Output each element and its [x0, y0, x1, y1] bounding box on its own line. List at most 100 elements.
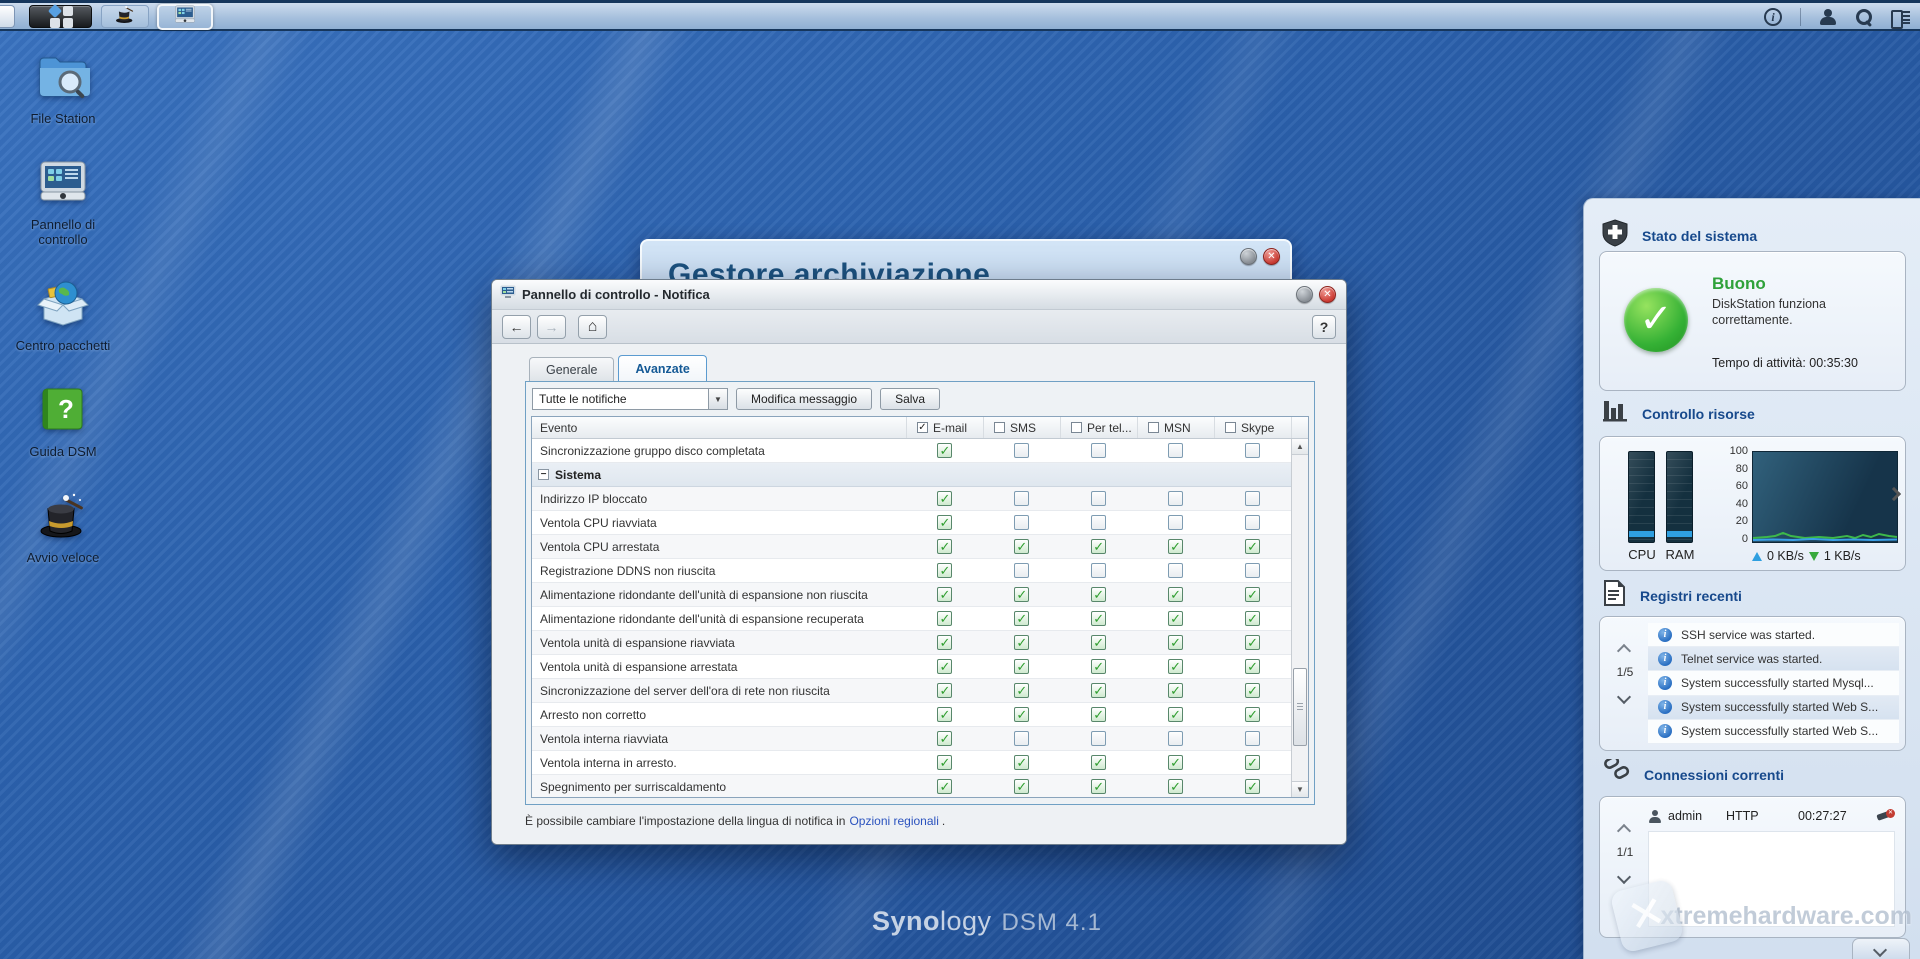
table-row[interactable]: Ventola CPU arrestata✓✓✓✓✓ — [532, 535, 1291, 559]
table-row[interactable]: Ventola interna riavviata✓ — [532, 727, 1291, 751]
notify-checkbox-sms[interactable]: ✓ — [1014, 683, 1029, 698]
notify-checkbox-sms[interactable]: ✓ — [1014, 659, 1029, 674]
disconnect-icon[interactable] — [1877, 809, 1895, 823]
notify-checkbox-msn[interactable]: ✓ — [1168, 755, 1183, 770]
notify-checkbox-pertel[interactable]: ✓ — [1091, 611, 1106, 626]
show-desktop-button[interactable] — [0, 5, 15, 28]
log-item[interactable]: iSSH service was started. — [1648, 623, 1899, 647]
table-row[interactable]: Ventola unità di espansione riavviata✓✓✓… — [532, 631, 1291, 655]
notify-checkbox-sms[interactable]: ✓ — [1014, 635, 1029, 650]
table-row[interactable]: Ventola unità di espansione arrestata✓✓✓… — [532, 655, 1291, 679]
notify-checkbox-msn[interactable]: ✓ — [1168, 707, 1183, 722]
column-header-evento[interactable]: Evento — [532, 417, 907, 438]
log-item[interactable]: iSystem successfully started Mysql... — [1648, 671, 1899, 695]
notify-checkbox-pertel[interactable] — [1091, 491, 1106, 506]
page-down-icon[interactable] — [1619, 871, 1631, 879]
log-item[interactable]: iSystem successfully started Web S... — [1648, 720, 1899, 744]
notify-checkbox-sms[interactable]: ✓ — [1014, 611, 1029, 626]
notify-checkbox-pertel[interactable]: ✓ — [1091, 755, 1106, 770]
notify-checkbox-msn[interactable]: ✓ — [1168, 779, 1183, 794]
notify-checkbox-email[interactable]: ✓ — [937, 539, 952, 554]
log-item[interactable]: iTelnet service was started. — [1648, 647, 1899, 671]
notify-checkbox-sms[interactable]: ✓ — [1014, 779, 1029, 794]
quick-launch-taskbar-button[interactable] — [101, 5, 149, 28]
help-button[interactable]: ? — [1312, 315, 1336, 339]
notify-checkbox-msn[interactable] — [1168, 731, 1183, 746]
notify-checkbox-email[interactable]: ✓ — [937, 731, 952, 746]
table-row[interactable]: Alimentazione ridondante dell'unità di e… — [532, 583, 1291, 607]
desktop-icon-dsm-help[interactable]: ? Guida DSM — [8, 385, 118, 459]
notify-checkbox-msn[interactable] — [1168, 443, 1183, 458]
notify-checkbox-email[interactable]: ✓ — [937, 563, 952, 578]
notify-checkbox-email[interactable]: ✓ — [937, 515, 952, 530]
widgets-panel-icon[interactable] — [1891, 10, 1910, 25]
notify-checkbox-sms[interactable] — [1014, 563, 1029, 578]
notify-checkbox-email[interactable]: ✓ — [937, 443, 952, 458]
desktop-icon-package-center[interactable]: Centro pacchetti — [8, 279, 118, 353]
column-checkbox[interactable] — [1225, 422, 1236, 433]
column-header-msn[interactable]: MSN — [1138, 417, 1215, 438]
notify-checkbox-skype[interactable]: ✓ — [1245, 659, 1260, 674]
notify-checkbox-skype[interactable]: ✓ — [1245, 635, 1260, 650]
close-button[interactable] — [1319, 286, 1336, 303]
scrollbar-thumb[interactable] — [1293, 668, 1307, 746]
notify-checkbox-sms[interactable] — [1014, 731, 1029, 746]
column-header-sms[interactable]: SMS — [984, 417, 1061, 438]
notify-checkbox-email[interactable]: ✓ — [937, 659, 952, 674]
notify-checkbox-pertel[interactable] — [1091, 731, 1106, 746]
minimize-button[interactable] — [1240, 248, 1257, 265]
notify-checkbox-pertel[interactable]: ✓ — [1091, 659, 1106, 674]
notify-checkbox-sms[interactable]: ✓ — [1014, 755, 1029, 770]
notify-checkbox-sms[interactable] — [1014, 443, 1029, 458]
column-checkbox[interactable]: ✓ — [917, 422, 928, 433]
notify-checkbox-skype[interactable]: ✓ — [1245, 611, 1260, 626]
notify-checkbox-skype[interactable]: ✓ — [1245, 707, 1260, 722]
notify-checkbox-email[interactable]: ✓ — [937, 635, 952, 650]
desktop-icon-file-station[interactable]: File Station — [8, 52, 118, 126]
column-header-skype[interactable]: Skype — [1215, 417, 1292, 438]
notify-checkbox-skype[interactable]: ✓ — [1245, 683, 1260, 698]
control-panel-taskbar-button[interactable] — [157, 4, 213, 30]
notify-checkbox-msn[interactable]: ✓ — [1168, 587, 1183, 602]
notify-checkbox-msn[interactable]: ✓ — [1168, 611, 1183, 626]
table-scrollbar[interactable]: ▲ ▼ — [1291, 439, 1308, 797]
notify-checkbox-pertel[interactable]: ✓ — [1091, 587, 1106, 602]
table-row[interactable]: Ventola interna in arresto.✓✓✓✓✓ — [532, 751, 1291, 775]
table-row[interactable]: Spegnimento per surriscaldamento✓✓✓✓✓ — [532, 775, 1291, 797]
tab-generale[interactable]: Generale — [529, 357, 614, 381]
notify-checkbox-skype[interactable]: ✓ — [1245, 779, 1260, 794]
notify-checkbox-msn[interactable]: ✓ — [1168, 683, 1183, 698]
notify-checkbox-pertel[interactable]: ✓ — [1091, 539, 1106, 554]
search-icon[interactable] — [1855, 8, 1873, 26]
notify-checkbox-email[interactable]: ✓ — [937, 707, 952, 722]
save-button[interactable]: Salva — [880, 388, 940, 410]
home-button[interactable]: ⌂ — [578, 315, 607, 339]
notify-checkbox-msn[interactable] — [1168, 563, 1183, 578]
log-item[interactable]: iSystem successfully started Web S... — [1648, 696, 1899, 720]
notify-checkbox-skype[interactable] — [1245, 491, 1260, 506]
table-group-row[interactable]: −Sistema — [532, 463, 1291, 487]
notify-checkbox-sms[interactable]: ✓ — [1014, 707, 1029, 722]
page-up-icon[interactable] — [1619, 645, 1631, 653]
table-row[interactable]: Ventola CPU riavviata✓ — [532, 511, 1291, 535]
table-row[interactable]: Arresto non corretto✓✓✓✓✓ — [532, 703, 1291, 727]
notify-checkbox-msn[interactable] — [1168, 515, 1183, 530]
collapse-icon[interactable]: − — [538, 469, 549, 480]
column-checkbox[interactable] — [1071, 422, 1082, 433]
main-menu-button[interactable] — [29, 5, 92, 28]
notification-filter-dropdown[interactable]: Tutte le notifiche ▼ — [532, 388, 728, 410]
scroll-down-arrow[interactable]: ▼ — [1292, 781, 1308, 797]
column-header-email[interactable]: ✓E-mail — [907, 417, 984, 438]
scroll-up-arrow[interactable]: ▲ — [1292, 439, 1308, 455]
notify-checkbox-pertel[interactable]: ✓ — [1091, 707, 1106, 722]
table-row[interactable]: Indirizzo IP bloccato✓ — [532, 487, 1291, 511]
connection-row[interactable]: admin HTTP 00:27:27 — [1648, 805, 1895, 827]
regional-options-link[interactable]: Opzioni regionali — [849, 814, 938, 828]
column-checkbox[interactable] — [994, 422, 1005, 433]
notify-checkbox-email[interactable]: ✓ — [937, 491, 952, 506]
notify-checkbox-skype[interactable] — [1245, 563, 1260, 578]
notify-checkbox-sms[interactable]: ✓ — [1014, 587, 1029, 602]
notify-checkbox-msn[interactable]: ✓ — [1168, 635, 1183, 650]
close-button[interactable] — [1263, 248, 1280, 265]
tab-avanzate[interactable]: Avanzate — [618, 355, 706, 381]
